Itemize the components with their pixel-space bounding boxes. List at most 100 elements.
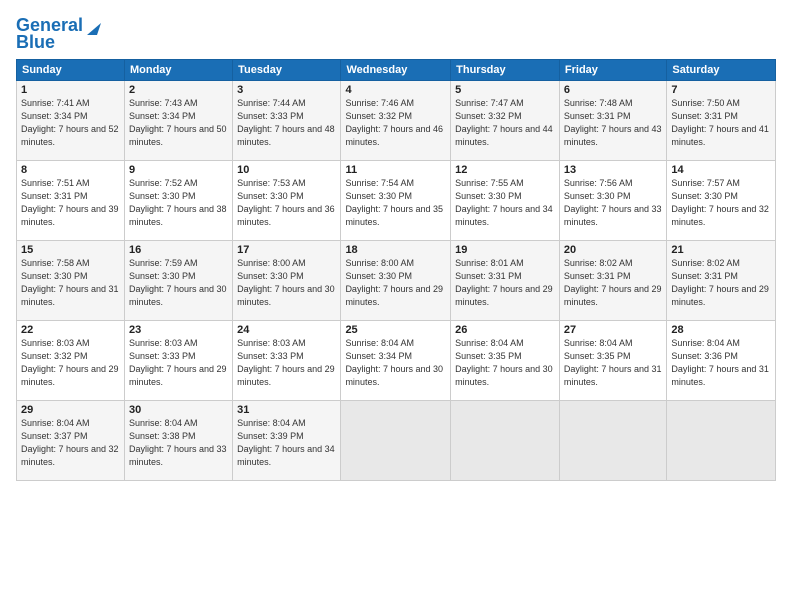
day-detail: Sunrise: 7:46 AMSunset: 3:32 PMDaylight:… bbox=[345, 97, 446, 149]
day-number: 9 bbox=[129, 164, 228, 176]
day-cell-3: 3Sunrise: 7:44 AMSunset: 3:33 PMDaylight… bbox=[233, 80, 341, 160]
day-detail: Sunrise: 8:04 AMSunset: 3:36 PMDaylight:… bbox=[671, 337, 771, 389]
empty-cell bbox=[341, 400, 451, 480]
day-cell-29: 29Sunrise: 8:04 AMSunset: 3:37 PMDayligh… bbox=[17, 400, 125, 480]
day-number: 11 bbox=[345, 164, 446, 176]
day-cell-30: 30Sunrise: 8:04 AMSunset: 3:38 PMDayligh… bbox=[124, 400, 232, 480]
day-cell-13: 13Sunrise: 7:56 AMSunset: 3:30 PMDayligh… bbox=[559, 160, 666, 240]
day-number: 7 bbox=[671, 84, 771, 96]
weekday-header-tuesday: Tuesday bbox=[233, 59, 341, 80]
day-number: 14 bbox=[671, 164, 771, 176]
day-cell-21: 21Sunrise: 8:02 AMSunset: 3:31 PMDayligh… bbox=[667, 240, 776, 320]
logo-inner: General Blue bbox=[16, 16, 101, 53]
empty-cell bbox=[451, 400, 560, 480]
day-detail: Sunrise: 8:04 AMSunset: 3:35 PMDaylight:… bbox=[455, 337, 555, 389]
day-cell-17: 17Sunrise: 8:00 AMSunset: 3:30 PMDayligh… bbox=[233, 240, 341, 320]
day-detail: Sunrise: 7:52 AMSunset: 3:30 PMDaylight:… bbox=[129, 177, 228, 229]
day-detail: Sunrise: 8:04 AMSunset: 3:38 PMDaylight:… bbox=[129, 417, 228, 469]
day-cell-27: 27Sunrise: 8:04 AMSunset: 3:35 PMDayligh… bbox=[559, 320, 666, 400]
day-cell-12: 12Sunrise: 7:55 AMSunset: 3:30 PMDayligh… bbox=[451, 160, 560, 240]
day-detail: Sunrise: 8:04 AMSunset: 3:37 PMDaylight:… bbox=[21, 417, 120, 469]
page: General Blue SundayMondayTuesdayWednesda… bbox=[0, 0, 792, 612]
logo-bird-icon bbox=[85, 17, 101, 35]
day-number: 23 bbox=[129, 324, 228, 336]
day-cell-10: 10Sunrise: 7:53 AMSunset: 3:30 PMDayligh… bbox=[233, 160, 341, 240]
day-cell-5: 5Sunrise: 7:47 AMSunset: 3:32 PMDaylight… bbox=[451, 80, 560, 160]
day-detail: Sunrise: 8:00 AMSunset: 3:30 PMDaylight:… bbox=[345, 257, 446, 309]
calendar-week-2: 8Sunrise: 7:51 AMSunset: 3:31 PMDaylight… bbox=[17, 160, 776, 240]
day-detail: Sunrise: 7:43 AMSunset: 3:34 PMDaylight:… bbox=[129, 97, 228, 149]
day-number: 8 bbox=[21, 164, 120, 176]
day-detail: Sunrise: 8:03 AMSunset: 3:32 PMDaylight:… bbox=[21, 337, 120, 389]
calendar-week-4: 22Sunrise: 8:03 AMSunset: 3:32 PMDayligh… bbox=[17, 320, 776, 400]
day-detail: Sunrise: 7:47 AMSunset: 3:32 PMDaylight:… bbox=[455, 97, 555, 149]
calendar-week-3: 15Sunrise: 7:58 AMSunset: 3:30 PMDayligh… bbox=[17, 240, 776, 320]
day-detail: Sunrise: 7:56 AMSunset: 3:30 PMDaylight:… bbox=[564, 177, 662, 229]
day-number: 4 bbox=[345, 84, 446, 96]
day-detail: Sunrise: 8:04 AMSunset: 3:39 PMDaylight:… bbox=[237, 417, 336, 469]
day-cell-2: 2Sunrise: 7:43 AMSunset: 3:34 PMDaylight… bbox=[124, 80, 232, 160]
calendar-table: SundayMondayTuesdayWednesdayThursdayFrid… bbox=[16, 59, 776, 481]
day-number: 20 bbox=[564, 244, 662, 256]
day-cell-11: 11Sunrise: 7:54 AMSunset: 3:30 PMDayligh… bbox=[341, 160, 451, 240]
day-cell-6: 6Sunrise: 7:48 AMSunset: 3:31 PMDaylight… bbox=[559, 80, 666, 160]
day-number: 21 bbox=[671, 244, 771, 256]
day-number: 30 bbox=[129, 404, 228, 416]
day-cell-25: 25Sunrise: 8:04 AMSunset: 3:34 PMDayligh… bbox=[341, 320, 451, 400]
day-detail: Sunrise: 8:03 AMSunset: 3:33 PMDaylight:… bbox=[237, 337, 336, 389]
day-number: 24 bbox=[237, 324, 336, 336]
weekday-header-wednesday: Wednesday bbox=[341, 59, 451, 80]
day-number: 5 bbox=[455, 84, 555, 96]
day-detail: Sunrise: 7:57 AMSunset: 3:30 PMDaylight:… bbox=[671, 177, 771, 229]
calendar-week-1: 1Sunrise: 7:41 AMSunset: 3:34 PMDaylight… bbox=[17, 80, 776, 160]
day-detail: Sunrise: 7:53 AMSunset: 3:30 PMDaylight:… bbox=[237, 177, 336, 229]
day-number: 12 bbox=[455, 164, 555, 176]
day-cell-16: 16Sunrise: 7:59 AMSunset: 3:30 PMDayligh… bbox=[124, 240, 232, 320]
day-number: 6 bbox=[564, 84, 662, 96]
day-cell-28: 28Sunrise: 8:04 AMSunset: 3:36 PMDayligh… bbox=[667, 320, 776, 400]
day-detail: Sunrise: 8:04 AMSunset: 3:34 PMDaylight:… bbox=[345, 337, 446, 389]
day-number: 29 bbox=[21, 404, 120, 416]
day-detail: Sunrise: 7:59 AMSunset: 3:30 PMDaylight:… bbox=[129, 257, 228, 309]
day-cell-14: 14Sunrise: 7:57 AMSunset: 3:30 PMDayligh… bbox=[667, 160, 776, 240]
weekday-header-monday: Monday bbox=[124, 59, 232, 80]
day-cell-9: 9Sunrise: 7:52 AMSunset: 3:30 PMDaylight… bbox=[124, 160, 232, 240]
day-cell-24: 24Sunrise: 8:03 AMSunset: 3:33 PMDayligh… bbox=[233, 320, 341, 400]
day-cell-4: 4Sunrise: 7:46 AMSunset: 3:32 PMDaylight… bbox=[341, 80, 451, 160]
day-number: 31 bbox=[237, 404, 336, 416]
logo: General Blue bbox=[16, 12, 101, 53]
weekday-header-sunday: Sunday bbox=[17, 59, 125, 80]
day-detail: Sunrise: 7:54 AMSunset: 3:30 PMDaylight:… bbox=[345, 177, 446, 229]
empty-cell bbox=[559, 400, 666, 480]
day-number: 18 bbox=[345, 244, 446, 256]
day-detail: Sunrise: 7:55 AMSunset: 3:30 PMDaylight:… bbox=[455, 177, 555, 229]
weekday-header-saturday: Saturday bbox=[667, 59, 776, 80]
day-number: 27 bbox=[564, 324, 662, 336]
day-detail: Sunrise: 8:03 AMSunset: 3:33 PMDaylight:… bbox=[129, 337, 228, 389]
day-number: 15 bbox=[21, 244, 120, 256]
day-cell-1: 1Sunrise: 7:41 AMSunset: 3:34 PMDaylight… bbox=[17, 80, 125, 160]
day-detail: Sunrise: 8:04 AMSunset: 3:35 PMDaylight:… bbox=[564, 337, 662, 389]
day-cell-26: 26Sunrise: 8:04 AMSunset: 3:35 PMDayligh… bbox=[451, 320, 560, 400]
day-cell-22: 22Sunrise: 8:03 AMSunset: 3:32 PMDayligh… bbox=[17, 320, 125, 400]
day-cell-18: 18Sunrise: 8:00 AMSunset: 3:30 PMDayligh… bbox=[341, 240, 451, 320]
day-number: 28 bbox=[671, 324, 771, 336]
header: General Blue bbox=[16, 12, 776, 53]
day-number: 3 bbox=[237, 84, 336, 96]
weekday-header-row: SundayMondayTuesdayWednesdayThursdayFrid… bbox=[17, 59, 776, 80]
day-detail: Sunrise: 7:51 AMSunset: 3:31 PMDaylight:… bbox=[21, 177, 120, 229]
day-cell-7: 7Sunrise: 7:50 AMSunset: 3:31 PMDaylight… bbox=[667, 80, 776, 160]
day-number: 25 bbox=[345, 324, 446, 336]
day-detail: Sunrise: 7:48 AMSunset: 3:31 PMDaylight:… bbox=[564, 97, 662, 149]
day-number: 19 bbox=[455, 244, 555, 256]
weekday-header-friday: Friday bbox=[559, 59, 666, 80]
day-detail: Sunrise: 7:50 AMSunset: 3:31 PMDaylight:… bbox=[671, 97, 771, 149]
day-cell-8: 8Sunrise: 7:51 AMSunset: 3:31 PMDaylight… bbox=[17, 160, 125, 240]
day-detail: Sunrise: 8:02 AMSunset: 3:31 PMDaylight:… bbox=[671, 257, 771, 309]
day-detail: Sunrise: 8:00 AMSunset: 3:30 PMDaylight:… bbox=[237, 257, 336, 309]
day-cell-23: 23Sunrise: 8:03 AMSunset: 3:33 PMDayligh… bbox=[124, 320, 232, 400]
day-number: 2 bbox=[129, 84, 228, 96]
day-cell-31: 31Sunrise: 8:04 AMSunset: 3:39 PMDayligh… bbox=[233, 400, 341, 480]
day-number: 10 bbox=[237, 164, 336, 176]
weekday-header-thursday: Thursday bbox=[451, 59, 560, 80]
